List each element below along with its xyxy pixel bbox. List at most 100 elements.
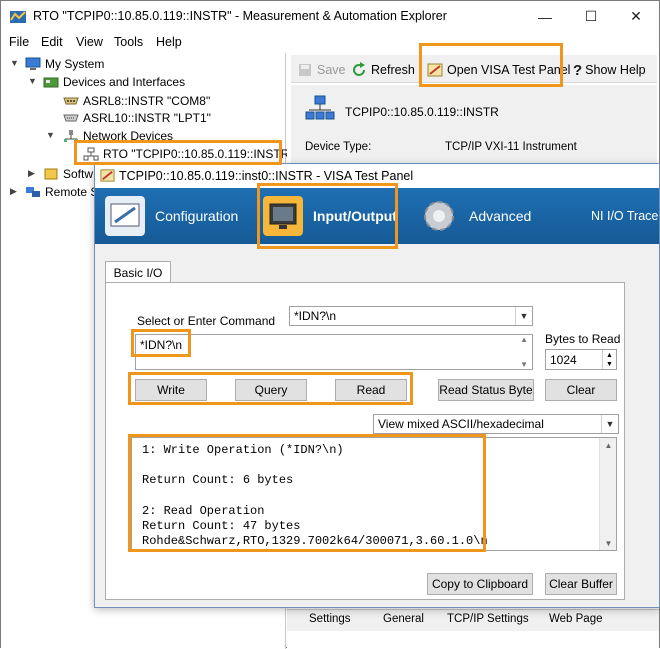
output-line: 2: Read Operation: [142, 504, 265, 518]
tree-item-label: Devices and Interfaces: [63, 75, 186, 89]
tab-general[interactable]: General: [383, 613, 424, 625]
menu-bar: File Edit View Tools Help: [1, 32, 659, 53]
test-panel-icon: [100, 169, 115, 182]
software-icon: [44, 168, 58, 180]
copy-to-clipboard-button[interactable]: Copy to Clipboard: [427, 573, 533, 595]
command-dropdown[interactable]: *IDN?\n ▼: [289, 306, 533, 326]
output-scrollbar[interactable]: ▲ ▼: [599, 438, 616, 550]
tree-item-asrl8[interactable]: ASRL8::INSTR "COM8": [63, 92, 210, 110]
device-info-panel: TCPIP0::10.85.0.119::INSTR Device Type: …: [291, 85, 657, 163]
test-panel-icon: [427, 63, 443, 77]
devices-icon: [43, 77, 59, 88]
tree-item-label: ASRL8::INSTR "COM8": [83, 94, 211, 108]
right-toolbar: Save Refresh Open VISA Test Panel ? Show…: [291, 55, 657, 83]
parallel-port-icon: [63, 114, 79, 122]
serial-port-icon: [63, 97, 79, 105]
bytes-to-read-input[interactable]: 1024 ▲ ▼: [545, 349, 617, 370]
window-title: RTO "TCPIP0::10.85.0.119::INSTR" - Measu…: [33, 9, 447, 23]
tree-item-label: Network Devices: [83, 129, 174, 143]
read-status-byte-button[interactable]: Read Status Byte: [438, 379, 534, 401]
configuration-icon: [105, 196, 145, 236]
expand-chevron-icon[interactable]: ▼: [46, 130, 55, 140]
decrement-icon[interactable]: ▼: [602, 359, 616, 369]
input-output-icon: [263, 196, 303, 236]
command-input[interactable]: *IDN?\n ▲ ▼: [135, 334, 533, 370]
chevron-down-icon[interactable]: ▼: [601, 415, 618, 433]
tab-tcpip-settings[interactable]: TCP/IP Settings: [447, 613, 529, 625]
tree-item-label: Remote S: [45, 185, 99, 199]
network-instrument-icon: [83, 147, 99, 161]
menu-file[interactable]: File: [9, 35, 29, 49]
menu-edit[interactable]: Edit: [41, 35, 63, 49]
tree-item-label: RTO "TCPIP0::10.85.0.119::INSTR": [103, 147, 294, 161]
tree-item-devices-interfaces[interactable]: Devices and Interfaces: [43, 73, 185, 91]
scroll-up-icon[interactable]: ▲: [520, 335, 528, 344]
tab-configuration[interactable]: Configuration: [105, 188, 238, 244]
device-type-label: Device Type:: [305, 141, 372, 153]
output-buffer[interactable]: 1: Write Operation (*IDN?\n) Return Coun…: [131, 437, 617, 551]
tab-web-page[interactable]: Web Page: [549, 613, 603, 625]
dialog-title: TCPIP0::10.85.0.119::inst0::INSTR - VISA…: [119, 169, 414, 183]
maximize-button[interactable]: ☐: [568, 1, 614, 32]
max-app-icon: [10, 11, 26, 23]
tree-item-label: Softw: [63, 167, 94, 181]
network-instrument-large-icon: [305, 95, 335, 120]
collapse-chevron-icon[interactable]: ▶: [28, 168, 35, 179]
output-line: 1: Write Operation (*IDN?\n): [142, 443, 344, 457]
computer-icon: [25, 57, 41, 70]
tab-ni-io-trace[interactable]: NI I/O Trace: [591, 188, 658, 244]
title-bar: RTO "TCPIP0::10.85.0.119::INSTR" - Measu…: [1, 1, 659, 32]
view-mode-dropdown[interactable]: View mixed ASCII/hexadecimal ▼: [373, 414, 619, 434]
dialog-title-bar: TCPIP0::10.85.0.119::inst0::INSTR - VISA…: [95, 164, 659, 188]
tab-advanced[interactable]: Advanced: [419, 188, 531, 244]
gear-icon: [424, 201, 454, 231]
tab-basic-io[interactable]: Basic I/O: [105, 261, 171, 283]
refresh-button[interactable]: Refresh: [351, 59, 415, 81]
menu-view[interactable]: View: [76, 35, 103, 49]
tree-item-my-system[interactable]: My System: [25, 55, 104, 73]
minimize-button[interactable]: —: [522, 1, 568, 32]
resource-name: TCPIP0::10.85.0.119::INSTR: [345, 105, 499, 119]
clear-button[interactable]: Clear: [545, 379, 617, 401]
expand-chevron-icon[interactable]: ▼: [10, 58, 19, 68]
output-line: Return Count: 47 bytes: [142, 519, 301, 533]
read-button[interactable]: Read: [335, 379, 407, 401]
menu-tools[interactable]: Tools: [114, 35, 143, 49]
scroll-down-icon[interactable]: ▼: [600, 536, 617, 550]
tab-settings[interactable]: Settings: [309, 613, 351, 625]
menu-help[interactable]: Help: [156, 35, 182, 49]
bottom-tab-strip: Settings General TCP/IP Settings Web Pag…: [287, 609, 659, 631]
open-visa-test-panel-button[interactable]: Open VISA Test Panel: [427, 59, 570, 81]
tree-item-rto[interactable]: RTO "TCPIP0::10.85.0.119::INSTR": [83, 145, 294, 163]
query-button[interactable]: Query: [235, 379, 307, 401]
visa-test-panel-dialog: TCPIP0::10.85.0.119::inst0::INSTR - VISA…: [94, 163, 660, 608]
tree-item-label: My System: [45, 57, 105, 71]
bytes-to-read-label: Bytes to Read: [545, 332, 621, 346]
output-line: Rohde&Schwarz,RTO,1329.7002k64/300071,3.…: [142, 534, 488, 548]
collapse-chevron-icon[interactable]: ▶: [10, 186, 17, 197]
help-question-icon: ?: [573, 61, 583, 79]
device-type-value: TCP/IP VXI-11 Instrument: [445, 141, 577, 153]
refresh-icon: [353, 62, 365, 76]
tree-item-network-devices[interactable]: Network Devices: [63, 127, 173, 145]
close-button[interactable]: ✕: [613, 1, 659, 32]
tree-item-remote-systems[interactable]: Remote S: [25, 183, 98, 201]
save-button[interactable]: Save: [297, 59, 346, 81]
tree-item-software[interactable]: Softw: [43, 165, 93, 183]
write-button[interactable]: Write: [135, 379, 207, 401]
network-icon: [64, 130, 78, 142]
show-help-button[interactable]: ? Show Help: [573, 59, 646, 81]
select-command-label: Select or Enter Command: [137, 314, 276, 328]
scroll-up-icon[interactable]: ▲: [600, 438, 617, 452]
tree-item-label: ASRL10::INSTR "LPT1": [83, 111, 211, 125]
tree-item-asrl10[interactable]: ASRL10::INSTR "LPT1": [63, 109, 211, 127]
remote-systems-icon: [26, 187, 40, 197]
clear-buffer-button[interactable]: Clear Buffer: [545, 573, 617, 595]
dialog-tab-band: Configuration Input/Output Advanced NI I…: [95, 188, 659, 244]
scroll-down-icon[interactable]: ▼: [520, 360, 528, 369]
floppy-disk-icon: [299, 64, 311, 76]
output-line: Return Count: 6 bytes: [142, 473, 294, 487]
chevron-down-icon[interactable]: ▼: [515, 307, 532, 325]
expand-chevron-icon[interactable]: ▼: [28, 76, 37, 86]
tab-input-output[interactable]: Input/Output: [263, 188, 397, 244]
